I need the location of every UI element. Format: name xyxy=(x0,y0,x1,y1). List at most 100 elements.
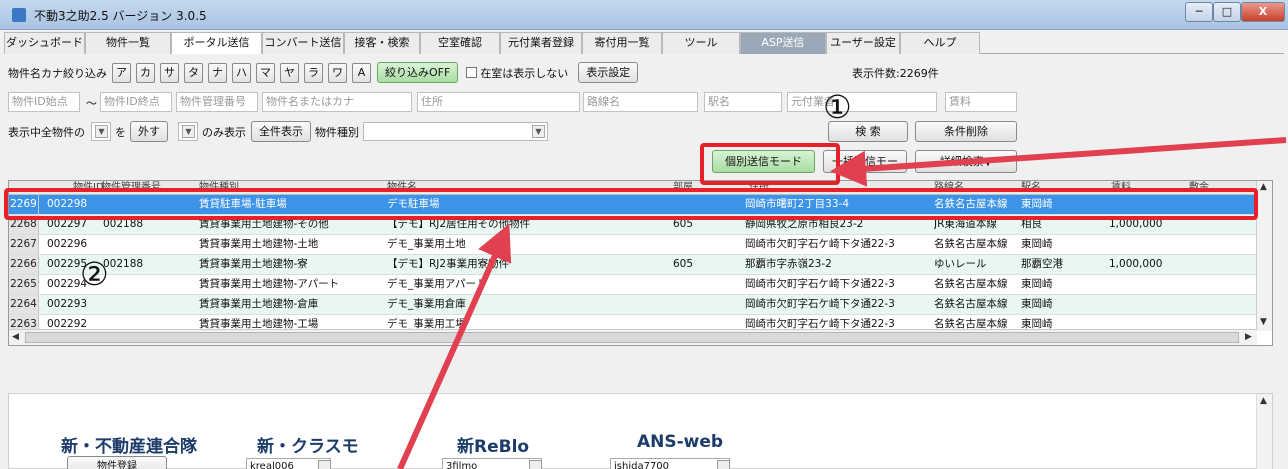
tab-customer-search[interactable]: 接客・検索 xyxy=(344,32,420,54)
show-all-label: 表示中全物件の xyxy=(8,125,85,139)
horizontal-scrollbar[interactable]: ◀ ▶ xyxy=(9,329,1257,345)
mark-select[interactable]: ▼ xyxy=(91,122,111,141)
table-row[interactable]: 2267 002296 賃貸事業用土地建物-土地 デモ_事業用土地 岡崎市欠町字石ケ崎下… xyxy=(9,235,1257,255)
scroll-right-icon[interactable]: ▶ xyxy=(1245,332,1252,342)
cell-name: デモ駐車場 xyxy=(387,198,440,210)
scroll-down-icon[interactable]: ▼ xyxy=(1260,317,1267,327)
tab-portal-send[interactable]: ポータル送信 xyxy=(171,32,262,54)
cell-name: 【デモ】RJ2居住用その他物件 xyxy=(387,218,531,230)
tab-property-list[interactable]: 物件一覧 xyxy=(85,32,171,54)
table-row[interactable]: 2264 002293 賃貸事業用土地建物-倉庫 デモ_事業用倉庫 岡崎市欠町字石ケ崎下… xyxy=(9,295,1257,315)
col-header-deposit[interactable]: 敷金 xyxy=(1189,181,1209,195)
only-select[interactable]: ▼ xyxy=(178,122,198,141)
col-header-room[interactable]: 部屋 xyxy=(673,181,693,195)
hide-vacant-checkbox[interactable] xyxy=(466,67,478,78)
vertical-scrollbar[interactable]: ▲ ▼ xyxy=(1256,181,1272,331)
portal-brand-3: 新ReBlo xyxy=(457,437,530,457)
show-all-button[interactable]: 全件表示 xyxy=(251,121,311,142)
tab-donation-list[interactable]: 寄付用一覧 xyxy=(582,32,662,54)
cell-rn: 2265 xyxy=(9,275,39,294)
grid-header: 物件ID 物件管理番号 物件種別 物件名 部屋 住所 路線名 駅名 賃料 敷金 xyxy=(9,181,1257,195)
panel-scrollbar[interactable]: ▲ xyxy=(1256,394,1272,469)
portal-4-account[interactable]: ishida7700 xyxy=(610,458,730,469)
tab-tools[interactable]: ツール xyxy=(662,32,740,54)
range-tilde: 〜 xyxy=(86,97,97,110)
window-title: 不動3之助2.5 バージョン 3.0.5 xyxy=(34,9,207,23)
col-header-mgmt[interactable]: 物件管理番号 xyxy=(101,181,161,195)
line-input[interactable]: 路線名 xyxy=(583,92,698,112)
agent-input[interactable]: 元付業者 xyxy=(787,92,937,112)
chevron-down-icon[interactable] xyxy=(318,460,331,469)
tab-vacancy-check[interactable]: 空室確認 xyxy=(420,32,500,54)
kana-key-sa[interactable]: サ xyxy=(160,62,179,83)
individual-send-mode-button[interactable]: 個別送信モード xyxy=(712,150,815,173)
kana-key-ha[interactable]: ハ xyxy=(232,62,251,83)
name-kana-input[interactable]: 物件名またはカナ xyxy=(262,92,412,112)
kana-key-na[interactable]: ナ xyxy=(208,62,227,83)
scroll-up-icon[interactable]: ▲ xyxy=(1260,182,1267,192)
property-type-select[interactable]: ▼ xyxy=(363,122,548,141)
detail-search-button[interactable]: 詳細検索▼ xyxy=(915,150,1017,173)
bulk-send-mode-button[interactable]: 一括送信モード xyxy=(823,150,907,173)
cell-id: 002293 xyxy=(47,298,88,310)
portal-register-button[interactable]: 物件登録 xyxy=(67,456,167,469)
table-row[interactable]: 2269 002298 賃貸駐車場-駐車場 デモ駐車場 岡崎市曙町2丁目33-4 名鉄名古… xyxy=(9,195,1257,215)
main-tabs: ダッシュボード 物件一覧 ポータル送信 コンバート送信 接客・検索 空室確認 元… xyxy=(4,32,1284,54)
col-header-station[interactable]: 駅名 xyxy=(1021,181,1041,195)
kana-key-ta[interactable]: タ xyxy=(184,62,203,83)
scroll-thumb[interactable] xyxy=(25,332,1239,343)
chevron-down-icon: ▼ xyxy=(95,125,108,138)
cell-name: デモ_事業用アパート xyxy=(387,278,487,290)
col-header-rent[interactable]: 賃料 xyxy=(1111,181,1131,195)
table-row[interactable]: 2266 002295 002188 賃貸事業用土地建物-寮 【デモ】RJ2事業用寮物件… xyxy=(9,255,1257,275)
clear-conditions-button[interactable]: 条件削除 xyxy=(915,121,1017,142)
scroll-left-icon[interactable]: ◀ xyxy=(12,332,19,342)
portal-3-account[interactable]: 3filmo xyxy=(442,458,542,469)
display-settings-button[interactable]: 表示設定 xyxy=(578,62,639,83)
cell-addr: 岡崎市欠町字石ケ崎下タ通22-3 xyxy=(745,278,895,290)
cell-rn: 2269 xyxy=(9,195,39,214)
portal-panel: 新・不動産連合隊 物件登録 新・クラスモ kreal006 新ReBlo 3fi… xyxy=(8,393,1273,469)
cell-station: 那覇空港 xyxy=(1021,258,1063,270)
col-header-line[interactable]: 路線名 xyxy=(934,181,964,195)
cell-addr: 那覇市字赤嶺23-2 xyxy=(745,258,832,270)
minimize-button[interactable]: ─ xyxy=(1185,2,1213,22)
chevron-down-icon[interactable] xyxy=(529,460,542,469)
filter-off-button[interactable]: 絞り込みOFF xyxy=(377,62,459,83)
kana-key-ya[interactable]: ヤ xyxy=(280,62,299,83)
table-row[interactable]: 2265 002294 賃貸事業用土地建物-アパート デモ_事業用アパート 岡崎市欠町字… xyxy=(9,275,1257,295)
tab-convert-send[interactable]: コンバート送信 xyxy=(262,32,344,54)
tab-agent-register[interactable]: 元付業者登録 xyxy=(500,32,582,54)
kana-key-a[interactable]: ア xyxy=(112,62,131,83)
kana-key-ra[interactable]: ラ xyxy=(304,62,323,83)
mgmt-no-input[interactable]: 物件管理番号 xyxy=(176,92,258,112)
kana-key-ka[interactable]: カ xyxy=(136,62,155,83)
tab-user-settings[interactable]: ユーザー設定 xyxy=(826,32,900,54)
tab-dashboard[interactable]: ダッシュボード xyxy=(4,32,85,54)
close-button[interactable]: X xyxy=(1241,2,1285,22)
chevron-down-icon: ▼ xyxy=(532,125,545,138)
annotation-number-2: ② xyxy=(80,255,109,293)
cell-rn: 2264 xyxy=(9,295,39,314)
scroll-up-icon[interactable]: ▲ xyxy=(1260,396,1267,406)
rent-input[interactable]: 賃料 xyxy=(945,92,1017,112)
kana-key-wa[interactable]: ワ xyxy=(328,62,347,83)
chevron-down-icon[interactable] xyxy=(717,460,730,469)
col-header-id[interactable]: 物件ID xyxy=(73,181,104,195)
kana-key-ma[interactable]: マ xyxy=(256,62,275,83)
table-row[interactable]: 2268 002297 002188 賃貸事業用土地建物-その他 【デモ】RJ2居住用そ… xyxy=(9,215,1257,235)
id-start-input[interactable]: 物件ID始点 xyxy=(8,92,80,112)
col-header-type[interactable]: 物件種別 xyxy=(199,181,239,195)
col-header-name[interactable]: 物件名 xyxy=(387,181,417,195)
col-header-address[interactable]: 住所 xyxy=(749,181,769,195)
maximize-button[interactable]: □ xyxy=(1213,2,1241,22)
id-end-input[interactable]: 物件ID終点 xyxy=(100,92,172,112)
tab-asp-send[interactable]: ASP送信 xyxy=(740,32,826,54)
cell-addr: 岡崎市欠町字石ケ崎下タ通22-3 xyxy=(745,298,895,310)
kana-key-alpha[interactable]: A xyxy=(352,62,371,83)
remove-button[interactable]: 外す xyxy=(130,121,168,142)
address-input[interactable]: 住所 xyxy=(417,92,580,112)
cell-type: 賃貸事業用土地建物-土地 xyxy=(199,238,319,250)
station-input[interactable]: 駅名 xyxy=(704,92,782,112)
tab-help[interactable]: ヘルプ xyxy=(900,32,980,54)
